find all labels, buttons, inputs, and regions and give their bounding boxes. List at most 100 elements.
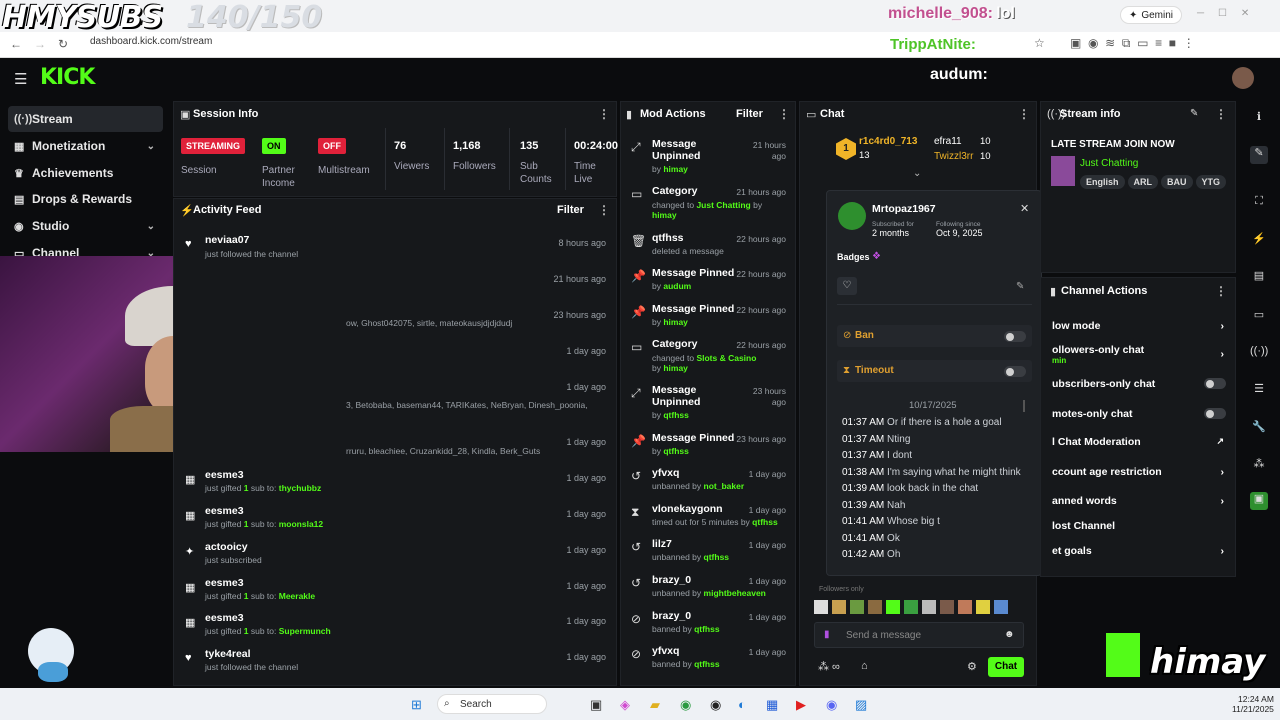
top-gifter-1-name[interactable]: r1c4rd0_713 xyxy=(859,136,917,147)
list-item[interactable]: 📌 Message Pinned by audum 22 hours ago xyxy=(624,267,794,297)
partner-on-badge[interactable]: ON xyxy=(262,138,286,154)
subscribers-only-toggle[interactable] xyxy=(1204,378,1226,389)
layout-rail-icon[interactable]: ☰ xyxy=(1250,382,1268,400)
action-slow-mode[interactable]: low mode › xyxy=(1052,320,1234,332)
list-item[interactable]: 1 day ago xyxy=(180,338,616,374)
chat-menu-icon[interactable]: ⋮ xyxy=(1018,107,1030,121)
kick-logo[interactable]: KICK xyxy=(40,65,95,90)
action-account-age[interactable]: ccount age restriction › xyxy=(1052,466,1234,478)
menu-icon[interactable]: ☰ xyxy=(14,70,27,88)
follow-heart-button[interactable]: ♡ xyxy=(837,277,857,295)
broadcast-rail-icon[interactable]: ((·)) xyxy=(1250,345,1268,363)
mod-filter-button[interactable]: Filter xyxy=(736,108,763,120)
expand-rail-icon[interactable]: ⛶ xyxy=(1250,195,1268,213)
sidebar-item-studio[interactable]: ◉ Studio ⌄ xyxy=(8,213,163,239)
send-chat-button[interactable]: Chat xyxy=(988,657,1024,677)
chrome-icon[interactable]: ◉ xyxy=(680,697,691,713)
list-item[interactable]: 21 hours ago xyxy=(180,266,616,302)
emote-bar[interactable] xyxy=(814,600,1024,616)
action-set-goals[interactable]: et goals › xyxy=(1052,545,1234,557)
emote[interactable] xyxy=(994,600,1008,614)
mic-icon[interactable]: ▮ xyxy=(824,629,830,640)
forward-icon[interactable]: → xyxy=(34,37,46,51)
avatar[interactable] xyxy=(1232,67,1254,89)
sidebar-item-stream[interactable]: ((·)) Stream xyxy=(8,106,163,132)
emote[interactable] xyxy=(976,600,990,614)
list-rail-icon[interactable]: ▤ xyxy=(1250,269,1268,287)
multistream-off-badge[interactable]: OFF xyxy=(318,138,346,154)
info-rail-icon[interactable]: ℹ xyxy=(1250,110,1268,128)
list-item[interactable]: ▭ Category changed to Slots & Casino by … xyxy=(624,338,794,374)
list-item[interactable]: ↺ brazy_0 unbanned by mightbeheaven 1 da… xyxy=(624,574,794,604)
list-item[interactable]: ⤢ Message Unpinned by qtfhss 23 hours ag… xyxy=(624,384,794,422)
list-item[interactable]: 3, Betobaba, baseman44, TARIKates, NeBry… xyxy=(180,374,616,410)
ban-toggle[interactable] xyxy=(1004,331,1026,342)
url-field[interactable]: dashboard.kick.com/stream xyxy=(90,36,212,47)
lightning-rail-icon[interactable]: ⚡ xyxy=(1250,232,1268,250)
list-item[interactable]: ↺ lilz7 unbanned by qtfhss 1 day ago xyxy=(624,538,794,568)
emote[interactable] xyxy=(940,600,954,614)
chat-rail-icon[interactable]: ▭ xyxy=(1250,308,1268,326)
emote[interactable] xyxy=(832,600,846,614)
store-app-icon[interactable]: ▦ xyxy=(766,697,778,713)
list-item[interactable]: rruru, bleachiee, Cruzankidd_28, Kindla,… xyxy=(180,429,616,465)
tools-rail-icon[interactable]: 🔧 xyxy=(1250,420,1268,438)
taskbar-search[interactable] xyxy=(437,694,547,714)
top-gifter-3-name[interactable]: Twizzl3rr xyxy=(934,151,973,162)
list-item[interactable]: ▦ eesme3 just gifted 1 sub to: thychubbz… xyxy=(180,465,616,501)
list-item[interactable]: ▦ eesme3 just gifted 1 sub to: moonsla12… xyxy=(180,501,616,537)
sidebar-item-drops[interactable]: ▤ Drops & Rewards xyxy=(8,186,163,212)
category-link[interactable]: Just Chatting xyxy=(1080,158,1138,169)
channel-actions-menu-icon[interactable]: ⋮ xyxy=(1215,284,1227,298)
sidebar-item-monetization[interactable]: ▦ Monetization ⌄ xyxy=(8,133,163,159)
settings-icon[interactable]: ⚙ xyxy=(967,660,977,673)
edit-icon[interactable]: ✎ xyxy=(1190,108,1198,119)
photos-icon[interactable]: ▨ xyxy=(855,697,867,713)
list-item[interactable]: ⊘ yfvxq banned by qtfhss 1 day ago xyxy=(624,645,794,675)
list-item[interactable]: ↺ yfvxq unbanned by not_baker 1 day ago xyxy=(624,467,794,497)
gemini-button[interactable]: ✦ Gemini xyxy=(1120,6,1182,24)
points-icon[interactable]: ⁂ ∞ xyxy=(818,660,840,673)
task-view-icon[interactable]: ▣ xyxy=(590,697,602,713)
emote[interactable] xyxy=(886,600,900,614)
tag[interactable]: ARL xyxy=(1127,175,1159,189)
activity-filter-button[interactable]: Filter xyxy=(557,204,584,216)
reload-icon[interactable]: ↻ xyxy=(58,37,68,51)
pin-icon[interactable]: ✎ xyxy=(1016,281,1024,292)
edge-icon[interactable]: ◐ xyxy=(738,697,746,712)
list-item[interactable]: 🗑 qtfhss deleted a message 22 hours ago xyxy=(624,232,794,262)
emote[interactable] xyxy=(904,600,918,614)
youtube-icon[interactable]: ▶ xyxy=(796,697,806,713)
emote[interactable] xyxy=(868,600,882,614)
discord-icon[interactable]: ◉ xyxy=(826,697,837,713)
emoji-icon[interactable]: ☻ xyxy=(1004,629,1015,640)
tag[interactable]: English xyxy=(1080,175,1125,189)
emote[interactable] xyxy=(814,600,828,614)
windows-start-icon[interactable]: ⊞ xyxy=(411,697,422,713)
extensions-icon[interactable]: ▣ ◉ ≋ ⧉ ▭ ≡ ■ ⋮ xyxy=(1070,36,1195,51)
top-gifter-2-name[interactable]: efra11 xyxy=(934,136,962,147)
list-item[interactable]: ♥ tyke4real just followed the channel 1 … xyxy=(180,644,616,680)
list-item[interactable]: ▭ Category changed to Just Chatting by h… xyxy=(624,185,794,221)
list-item[interactable]: 📌 Message Pinned by qtfhss 23 hours ago xyxy=(624,432,794,462)
list-item[interactable]: ow, Ghost042075, sirtle, mateokausjdjdjd… xyxy=(180,302,616,338)
emote[interactable] xyxy=(958,600,972,614)
action-followers-only[interactable]: ollowers-only chat min › xyxy=(1052,344,1234,365)
action-banned-words[interactable]: anned words › xyxy=(1052,495,1234,507)
timeout-toggle[interactable] xyxy=(1004,366,1026,377)
list-item[interactable]: ▦ eesme3 just gifted 1 sub to: Supermunc… xyxy=(180,608,616,644)
copilot-icon[interactable]: ◈ xyxy=(620,697,630,713)
list-item[interactable]: ▦ eesme3 just gifted 1 sub to: Meerakle … xyxy=(180,573,616,609)
store-icon[interactable]: ⌂ xyxy=(861,660,868,672)
list-item[interactable]: ✦ actooicy just subscribed 1 day ago xyxy=(180,537,616,573)
mod-menu-icon[interactable]: ⋮ xyxy=(778,107,790,121)
stream-info-menu-icon[interactable]: ⋮ xyxy=(1215,107,1227,121)
emotes-only-toggle[interactable] xyxy=(1204,408,1226,419)
category-thumbnail[interactable] xyxy=(1051,156,1075,186)
obs-icon[interactable]: ◉ xyxy=(710,697,721,713)
window-controls[interactable]: ─ ☐ ✕ xyxy=(1197,8,1249,19)
emote[interactable] xyxy=(922,600,936,614)
tag[interactable]: YTG xyxy=(1195,175,1227,189)
file-explorer-icon[interactable]: ▰ xyxy=(650,697,660,713)
scrollbar[interactable] xyxy=(1023,400,1025,412)
